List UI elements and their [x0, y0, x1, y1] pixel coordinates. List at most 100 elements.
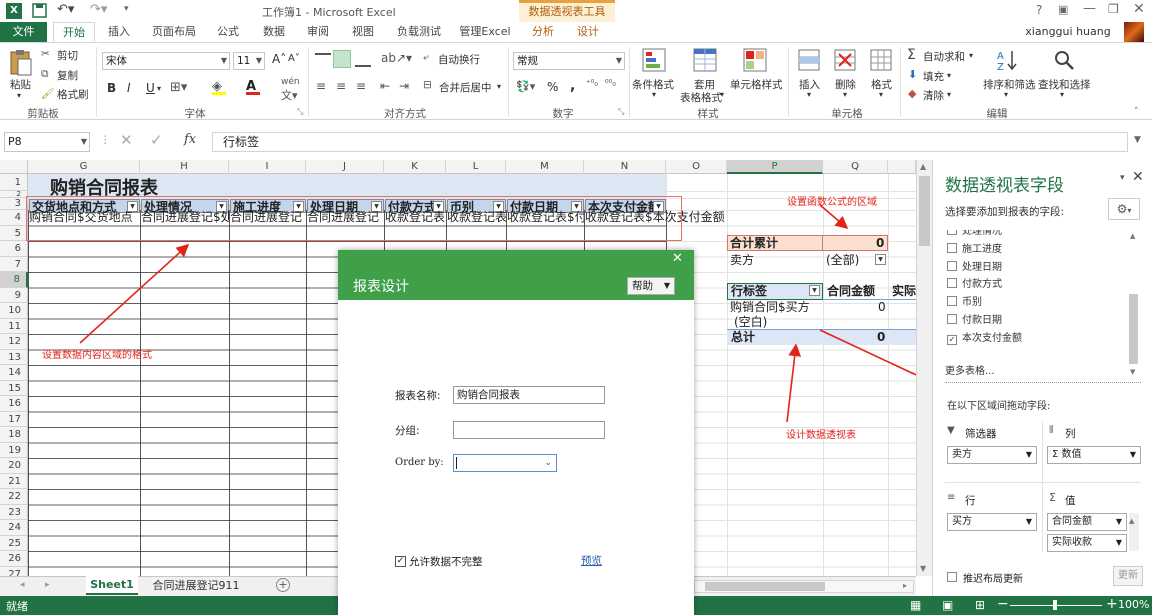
tab-formulas[interactable]: 公式: [210, 22, 246, 42]
name-box[interactable]: P8 ▼: [4, 132, 90, 152]
insert-dropdown-icon[interactable]: ▾: [807, 90, 811, 99]
sort-filter-dropdown-icon[interactable]: ▾: [1004, 90, 1008, 99]
horizontal-scrollbar[interactable]: ▸: [694, 580, 914, 593]
scroll-down-icon[interactable]: ▼: [1130, 368, 1135, 376]
find-select-dropdown-icon[interactable]: ▾: [1060, 90, 1064, 99]
tab-design[interactable]: 设计: [570, 22, 606, 42]
tab-page-layout[interactable]: 页面布局: [148, 22, 200, 42]
scroll-right-icon[interactable]: ▸: [903, 581, 907, 590]
undo-icon[interactable]: ↶▾: [57, 2, 74, 17]
checkbox[interactable]: [947, 230, 957, 235]
autosum-icon[interactable]: Σ: [907, 47, 916, 63]
format-cells-icon[interactable]: [869, 48, 893, 72]
align-left-icon[interactable]: ≡: [316, 79, 326, 93]
italic-button[interactable]: I: [127, 81, 131, 95]
conditional-format-icon[interactable]: [642, 48, 666, 72]
wrap-text-button[interactable]: 自动换行: [438, 52, 480, 67]
conditional-format-dropdown-icon[interactable]: ▾: [652, 90, 656, 99]
pane-settings-button[interactable]: ⚙▾: [1108, 198, 1140, 220]
cell-styles-button[interactable]: 单元格样式: [730, 77, 783, 92]
page-layout-view-icon[interactable]: ▣: [942, 598, 953, 612]
paste-dropdown-icon[interactable]: ▾: [17, 91, 21, 100]
restore-icon[interactable]: ❐: [1108, 2, 1119, 16]
format-painter-icon[interactable]: 🖌: [41, 87, 54, 100]
phonetic-button[interactable]: wén 文▾: [281, 77, 300, 103]
copy-icon[interactable]: ⧉: [41, 68, 49, 81]
field-item[interactable]: 币别: [947, 295, 982, 311]
font-size-combo[interactable]: 11 ▼: [233, 52, 265, 70]
value-field-item-2[interactable]: 实际收款 ▼: [1047, 534, 1127, 552]
align-middle-icon[interactable]: [333, 50, 351, 68]
sheet-tab-sheet1[interactable]: Sheet1: [86, 576, 138, 595]
border-icon[interactable]: ⊞▾: [170, 80, 187, 95]
clear-dropdown-icon[interactable]: ▾: [947, 90, 951, 99]
autosum-dropdown-icon[interactable]: ▾: [969, 51, 973, 60]
merge-center-button[interactable]: 合并后居中: [439, 80, 492, 95]
filter-field-item[interactable]: 卖方 ▼: [947, 446, 1037, 464]
preview-link[interactable]: 预览: [581, 553, 602, 568]
field-item[interactable]: 施工进度: [947, 242, 1002, 258]
insert-cells-icon[interactable]: [797, 48, 821, 72]
number-format-combo[interactable]: 常规 ▼: [513, 52, 625, 70]
field-item[interactable]: 付款日期: [947, 313, 1002, 329]
paste-button[interactable]: 粘贴: [10, 77, 31, 92]
confirm-formula-icon[interactable]: ✓: [150, 131, 163, 149]
report-name-input[interactable]: 购销合同报表: [453, 386, 605, 404]
align-top-icon[interactable]: [315, 53, 331, 67]
zoom-out-icon[interactable]: −: [997, 596, 1009, 612]
column-field-item[interactable]: Σ 数值 ▼: [1047, 446, 1141, 464]
paste-icon[interactable]: [9, 49, 33, 77]
clear-icon[interactable]: ◆: [908, 87, 916, 100]
quick-access-customize-icon[interactable]: ▾: [124, 4, 129, 14]
wrap-text-icon[interactable]: ⤶: [423, 51, 429, 64]
scroll-down-icon[interactable]: ▼: [920, 564, 926, 573]
zoom-level[interactable]: 100%: [1118, 598, 1149, 611]
tab-view[interactable]: 视图: [345, 22, 381, 42]
collapse-ribbon-icon[interactable]: ˄: [1134, 107, 1139, 117]
format-dropdown-icon[interactable]: ▾: [879, 90, 883, 99]
orientation-icon[interactable]: ab↗▾: [381, 51, 412, 65]
table-format-dropdown-icon[interactable]: ▾: [720, 90, 724, 99]
checkbox[interactable]: [947, 242, 957, 253]
normal-view-icon[interactable]: ▦: [910, 598, 921, 612]
values-area-scrollbar[interactable]: ▲: [1129, 513, 1139, 551]
zoom-slider-thumb[interactable]: [1053, 600, 1057, 610]
tab-manage-excel[interactable]: 管理Excel: [456, 22, 514, 42]
checkbox[interactable]: [947, 278, 957, 289]
field-list-scrollbar[interactable]: ▲ ▼: [1128, 232, 1140, 378]
close-icon[interactable]: ✕: [1133, 1, 1145, 17]
group-input[interactable]: [453, 421, 605, 439]
pane-close-icon[interactable]: ✕: [1132, 169, 1144, 185]
checkbox[interactable]: [947, 296, 957, 307]
tab-home[interactable]: 开始: [53, 22, 95, 42]
clear-button[interactable]: 清除: [923, 88, 944, 103]
ribbon-display-icon[interactable]: ▣: [1058, 3, 1068, 16]
value-field-item-1[interactable]: 合同金额 ▼: [1047, 513, 1127, 531]
tab-data[interactable]: 数据: [256, 22, 292, 42]
delete-dropdown-icon[interactable]: ▾: [843, 90, 847, 99]
find-select-icon[interactable]: [1052, 48, 1076, 72]
copy-button[interactable]: 复制: [57, 68, 78, 83]
formula-input[interactable]: 行标签: [212, 132, 1128, 152]
sheet-nav-next-icon[interactable]: ▸: [45, 580, 50, 590]
user-name[interactable]: xianggui huang: [1024, 22, 1112, 42]
cancel-formula-icon[interactable]: ✕: [120, 131, 133, 149]
h-scroll-thumb[interactable]: [705, 582, 825, 591]
sort-filter-icon[interactable]: AZ: [995, 48, 1019, 72]
user-avatar[interactable]: [1124, 22, 1144, 42]
order-by-select[interactable]: ⌄: [453, 454, 557, 472]
insert-function-button[interactable]: fx: [184, 132, 196, 147]
delete-cells-icon[interactable]: [833, 48, 857, 72]
pane-options-dropdown-icon[interactable]: ▾: [1120, 173, 1125, 183]
underline-dropdown-icon[interactable]: ▾: [157, 84, 161, 93]
checkbox[interactable]: [947, 314, 957, 324]
allow-incomplete-checkbox[interactable]: ✓: [395, 556, 406, 567]
font-name-combo[interactable]: 宋体 ▼: [102, 52, 230, 70]
tab-review[interactable]: 审阅: [300, 22, 336, 42]
formula-bar-dots-icon[interactable]: ⋮: [100, 134, 111, 146]
cut-button[interactable]: 剪切: [57, 48, 78, 63]
find-select-button[interactable]: 查找和选择: [1038, 77, 1091, 92]
dialog-help-button[interactable]: 帮助 ▼: [627, 277, 675, 295]
number-dialog-launcher-icon[interactable]: ⤡: [618, 107, 624, 117]
comma-button[interactable]: ,: [570, 78, 575, 94]
